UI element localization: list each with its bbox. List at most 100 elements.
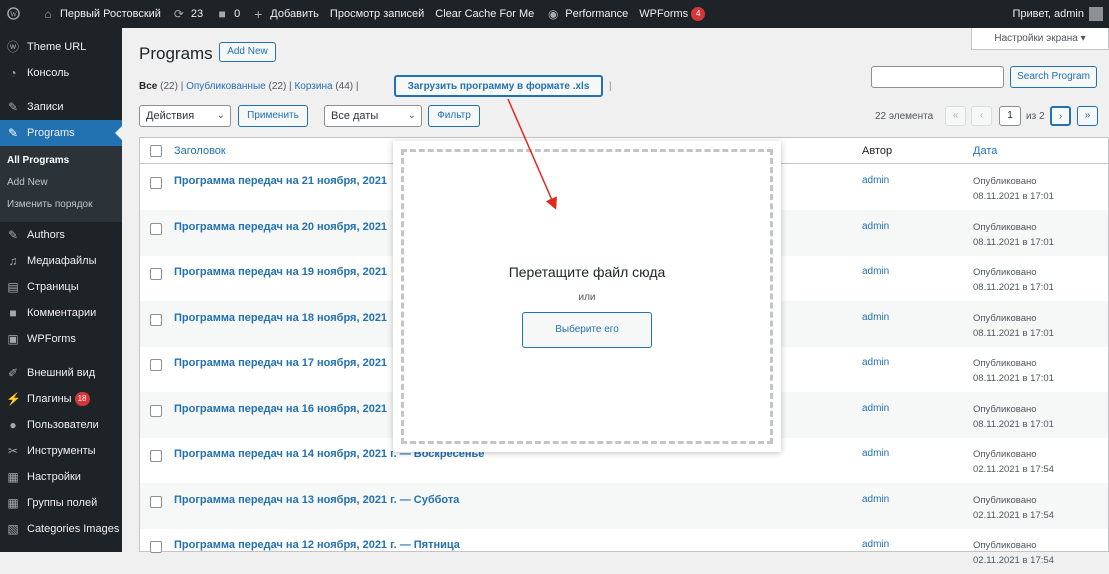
- row-title-link[interactable]: Программа передач на 19 ноября, 2021: [174, 266, 387, 278]
- sidebar-item-theme-url[interactable]: ⓦ Theme URL: [0, 34, 122, 60]
- add-new-button[interactable]: Add New: [219, 42, 276, 62]
- row-status: Опубликовано: [973, 449, 1037, 460]
- sidebar-item-label: Настройки: [27, 471, 81, 483]
- row-datetime: 08.11.2021 в 17:01: [973, 191, 1054, 202]
- row-author-link[interactable]: admin: [862, 357, 889, 368]
- row-author-link[interactable]: admin: [862, 312, 889, 323]
- clear-cache-link[interactable]: Clear Cache For Me: [435, 0, 542, 28]
- column-title[interactable]: Заголовок: [174, 145, 226, 157]
- row-checkbox[interactable]: [150, 313, 162, 326]
- search-button[interactable]: Search Program: [1010, 66, 1097, 88]
- add-new-link[interactable]: + Добавить: [251, 0, 327, 28]
- performance-link[interactable]: ◉ Performance: [546, 0, 636, 28]
- apply-button[interactable]: Применить: [238, 105, 308, 127]
- row-author-link[interactable]: admin: [862, 266, 889, 277]
- pin-icon: ✎: [7, 228, 19, 242]
- row-datetime: 02.11.2021 в 17:54: [973, 464, 1054, 475]
- sidebar-item-plugins[interactable]: ⚡ Плагины 18: [0, 386, 122, 412]
- sidebar-item-appearance[interactable]: ✐ Внешний вид: [0, 360, 122, 386]
- row-status: Опубликовано: [973, 176, 1037, 187]
- submenu-add-new[interactable]: Add New: [0, 172, 122, 194]
- row-datetime: 08.11.2021 в 17:01: [973, 373, 1054, 384]
- filter-button[interactable]: Фильтр: [428, 105, 480, 127]
- sidebar-item-wpforms[interactable]: ▣ WPForms: [0, 326, 122, 352]
- row-date: Опубликовано 08.11.2021 в 17:01: [973, 356, 1054, 386]
- row-checkbox[interactable]: [150, 268, 162, 280]
- grid-icon: ▦: [7, 496, 19, 510]
- my-account-link[interactable]: Привет, admin: [1012, 0, 1109, 28]
- current-page-input[interactable]: 1: [999, 106, 1021, 126]
- sidebar-item-label: WPForms: [27, 333, 76, 345]
- image-icon: ▧: [7, 522, 19, 536]
- row-checkbox[interactable]: [150, 450, 162, 462]
- row-title-link[interactable]: Программа передач на 16 ноября, 2021: [174, 403, 387, 415]
- chevron-down-icon: ⌄: [216, 110, 225, 121]
- column-date[interactable]: Дата: [973, 145, 997, 157]
- sidebar-item-posts[interactable]: ✎ Записи: [0, 94, 122, 120]
- row-author-link[interactable]: admin: [862, 221, 889, 232]
- view-posts-link[interactable]: Просмотр записей: [330, 0, 432, 28]
- row-author-link[interactable]: admin: [862, 448, 889, 459]
- row-author-link[interactable]: admin: [862, 175, 889, 186]
- prev-page-button[interactable]: ‹: [971, 106, 992, 126]
- row-date: Опубликовано 08.11.2021 в 17:01: [973, 220, 1054, 250]
- comments-count: 0: [234, 8, 241, 20]
- screen-options-button[interactable]: Настройки экрана ▾: [971, 28, 1109, 50]
- select-all-checkbox[interactable]: [150, 145, 162, 157]
- site-name-link[interactable]: ⌂ Первый Ростовский: [41, 0, 169, 28]
- submenu-reorder[interactable]: Изменить порядок: [0, 194, 122, 216]
- comments-link[interactable]: ■ 0: [215, 0, 248, 28]
- filter-trash[interactable]: Корзина: [294, 81, 332, 92]
- sidebar-item-label: Медиафайлы: [27, 255, 97, 267]
- wpforms-link[interactable]: WPForms 4: [639, 0, 713, 28]
- sidebar-item-field-groups[interactable]: ▦ Группы полей: [0, 490, 122, 516]
- first-page-button[interactable]: «: [945, 106, 966, 126]
- sidebar-item-categories-images[interactable]: ▧ Categories Images: [0, 516, 122, 542]
- row-date: Опубликовано 02.11.2021 в 17:54: [973, 447, 1054, 477]
- filter-all[interactable]: Все: [139, 81, 157, 92]
- row-author-link[interactable]: admin: [862, 494, 889, 505]
- sidebar-item-tools[interactable]: ✂ Инструменты: [0, 438, 122, 464]
- row-author-link[interactable]: admin: [862, 539, 889, 550]
- submenu-all-programs[interactable]: All Programs: [0, 150, 122, 172]
- row-checkbox[interactable]: [150, 404, 162, 417]
- row-title-link[interactable]: Программа передач на 13 ноября, 2021 г. …: [174, 494, 459, 506]
- row-checkbox[interactable]: [150, 222, 162, 235]
- row-datetime: 08.11.2021 в 17:01: [973, 418, 1054, 430]
- bulk-action-select[interactable]: Действия ⌄: [139, 105, 231, 127]
- filter-published[interactable]: Опубликованные: [186, 81, 266, 92]
- next-page-button[interactable]: ›: [1050, 106, 1071, 126]
- sidebar-item-console[interactable]: ◔ Консоль: [0, 60, 122, 86]
- programs-submenu: All Programs Add New Изменить порядок: [0, 146, 122, 222]
- row-title-link[interactable]: Программа передач на 20 ноября, 2021: [174, 221, 387, 233]
- row-title-link[interactable]: Программа передач на 17 ноября, 2021: [174, 357, 387, 369]
- wp-logo-menu[interactable]: W: [0, 0, 33, 28]
- row-title-link[interactable]: Программа передач на 12 ноября, 2021 г. …: [174, 539, 460, 551]
- pin-icon: ✎: [7, 126, 19, 140]
- sidebar-item-programs[interactable]: ✎ Programs: [0, 120, 122, 146]
- media-icon: ♫: [8, 254, 18, 268]
- performance-icon: ◉: [548, 7, 559, 21]
- row-checkbox[interactable]: [150, 495, 162, 508]
- drop-zone[interactable]: Перетащите файл сюда или Выберите его: [401, 149, 773, 444]
- sidebar-item-authors[interactable]: ✎ Authors: [0, 222, 122, 248]
- last-page-button[interactable]: »: [1077, 106, 1098, 126]
- wrench-icon: ✂: [7, 444, 19, 458]
- sidebar-item-settings[interactable]: ▦ Настройки: [0, 464, 122, 490]
- row-title-link[interactable]: Программа передач на 21 ноября, 2021: [174, 175, 387, 187]
- row-author-link[interactable]: admin: [862, 403, 889, 414]
- row-checkbox[interactable]: [150, 359, 162, 371]
- sidebar-item-pages[interactable]: ▤ Страницы: [0, 274, 122, 300]
- sidebar-item-media[interactable]: ♫ Медиафайлы: [0, 248, 122, 274]
- page-icon: ▤: [7, 280, 19, 294]
- row-title-link[interactable]: Программа передач на 18 ноября, 2021: [174, 312, 387, 324]
- sidebar-item-comments[interactable]: ■ Комментарии: [0, 300, 122, 326]
- row-checkbox[interactable]: [150, 541, 162, 553]
- choose-file-button[interactable]: Выберите его: [522, 312, 652, 348]
- search-input[interactable]: [871, 66, 1004, 88]
- upload-xls-button[interactable]: Загрузить программу в формате .xls: [394, 75, 603, 97]
- date-filter-select[interactable]: Все даты ⌄: [324, 105, 422, 127]
- sidebar-item-users[interactable]: ● Пользователи: [0, 412, 122, 438]
- row-checkbox[interactable]: [150, 177, 162, 189]
- updates-link[interactable]: ⟳ 23: [172, 0, 211, 28]
